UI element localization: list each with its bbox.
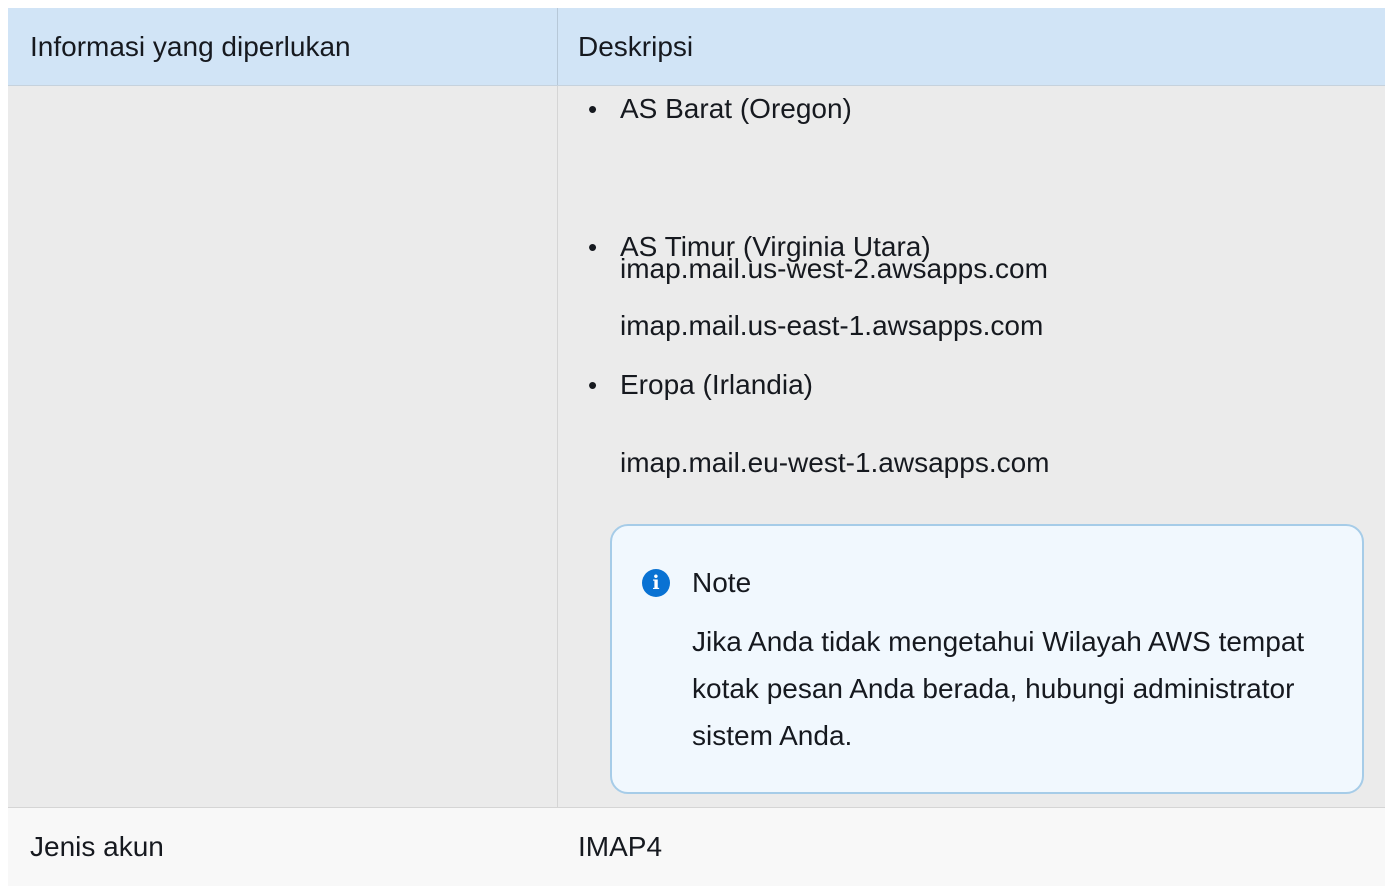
table-header-row: Informasi yang diperlukan Deskripsi (8, 8, 1385, 86)
table-cell-description: • AS Barat (Oregon) imap.mail.us-west-2.a… (558, 86, 1385, 807)
list-item-region: • AS Barat (Oregon) (588, 89, 852, 129)
table-cell-value: IMAP4 (578, 831, 663, 862)
header-description: Deskripsi (578, 30, 694, 62)
bullet-dot-icon: • (588, 370, 598, 400)
note-title: Note (692, 567, 752, 598)
endpoint-text: imap.mail.us-east-1.awsapps.com (620, 310, 1044, 341)
region-name: AS Barat (Oregon) (620, 93, 852, 124)
bullet-dot-icon: • (588, 94, 598, 124)
note-text: Jika Anda tidak mengetahui Wilayah AWS t… (692, 626, 1305, 751)
list-item-region: • Eropa (Irlandia) (588, 365, 813, 405)
table-row: Jenis akun IMAP4 (8, 808, 1385, 886)
table-cell-label: Jenis akun (30, 831, 164, 862)
region-name: AS Timur (Virginia Utara) (620, 231, 931, 262)
endpoint-text: imap.mail.eu-west-1.awsapps.com (620, 447, 1050, 478)
region-name: Eropa (Irlandia) (620, 369, 813, 400)
table-row: • AS Barat (Oregon) imap.mail.us-west-2.a… (8, 86, 1385, 808)
table-cell-label-empty (8, 86, 558, 807)
bullet-dot-icon: • (588, 232, 598, 262)
note-callout: i Note Jika Anda tidak mengetahui Wilaya… (610, 524, 1364, 794)
list-item-region: • AS Timur (Virginia Utara) (588, 227, 931, 267)
header-required-info: Informasi yang diperlukan (8, 8, 558, 85)
info-circle-icon: i (642, 569, 670, 597)
settings-table: Informasi yang diperlukan Deskripsi • AS … (8, 8, 1385, 886)
